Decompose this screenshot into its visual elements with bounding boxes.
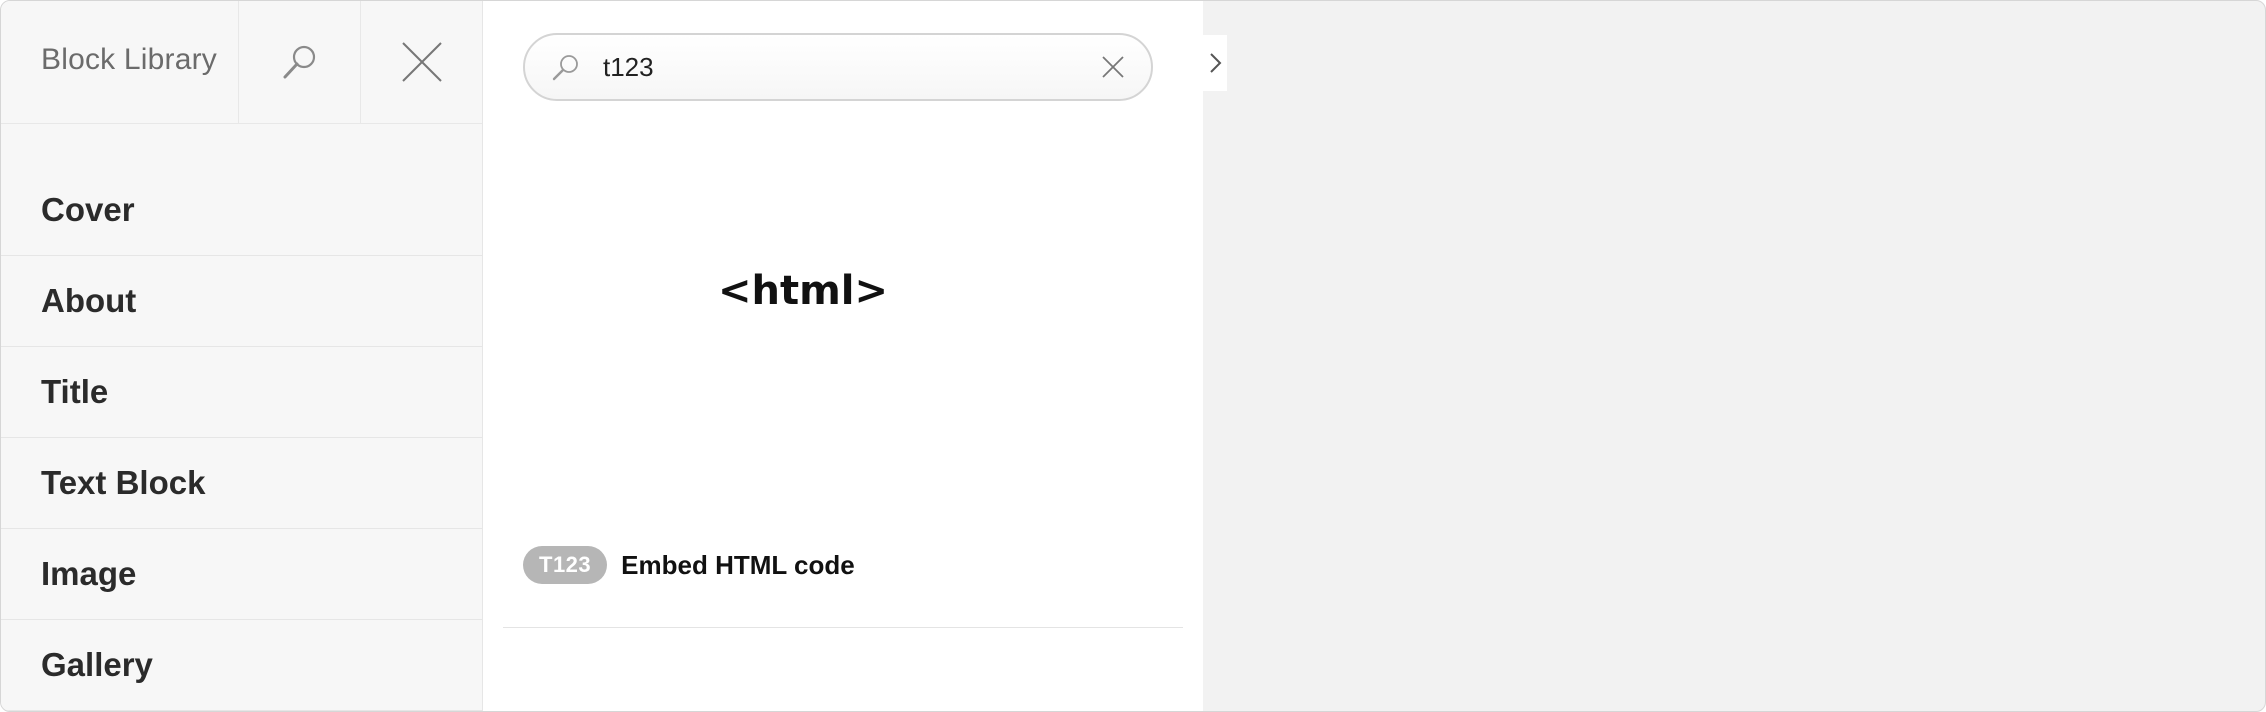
sidebar-title: Block Library [41, 43, 217, 76]
close-icon[interactable] [1101, 55, 1125, 79]
close-icon [402, 42, 442, 82]
app-window: Block Library Cover About Title Text Blo… [0, 0, 2266, 712]
category-item-title[interactable]: Title [1, 347, 482, 438]
search-input[interactable] [603, 45, 1063, 89]
search-icon [552, 55, 578, 81]
chevron-right-icon [1210, 53, 1222, 73]
sidebar-close-button[interactable] [360, 1, 483, 123]
category-item-text-block[interactable]: Text Block [1, 438, 482, 529]
block-result-item[interactable]: T123 Embed HTML code [523, 546, 855, 584]
category-label: Image [41, 555, 137, 592]
category-label: Text Block [41, 464, 206, 501]
expand-panel-button[interactable] [1203, 35, 1227, 91]
sidebar-header: Block Library [1, 1, 482, 124]
block-preview[interactable]: <html> [523, 141, 1083, 541]
block-preview-text: <html> [717, 268, 889, 314]
category-label: About [41, 282, 137, 319]
category-item-gallery[interactable]: Gallery [1, 620, 482, 711]
search-field[interactable] [523, 33, 1153, 101]
block-name: Embed HTML code [621, 549, 855, 580]
block-code-badge: T123 [523, 546, 608, 584]
category-label: Gallery [41, 646, 153, 683]
category-item-image[interactable]: Image [1, 529, 482, 620]
category-item-cover[interactable]: Cover [1, 124, 482, 256]
category-list: Cover About Title Text Block Image Galle… [1, 124, 482, 711]
search-results-panel: <html> T123 Embed HTML code [483, 1, 1203, 711]
search-icon [283, 45, 315, 79]
divider [503, 627, 1183, 628]
category-label: Title [41, 373, 109, 410]
category-item-about[interactable]: About [1, 256, 482, 347]
category-label: Cover [41, 190, 135, 228]
block-library-sidebar: Block Library Cover About Title Text Blo… [1, 1, 483, 711]
sidebar-search-button[interactable] [238, 1, 360, 123]
